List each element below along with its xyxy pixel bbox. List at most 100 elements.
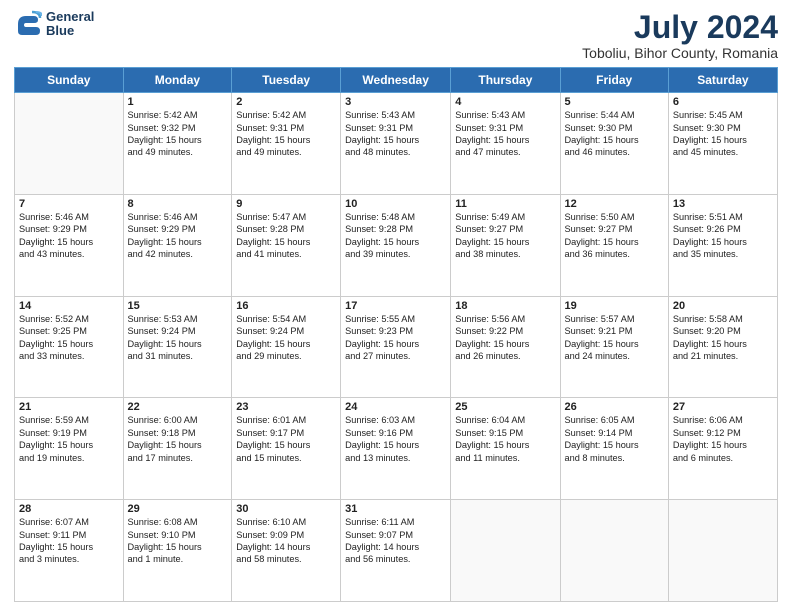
calendar-cell: 26Sunrise: 6:05 AM Sunset: 9:14 PM Dayli… — [560, 398, 668, 500]
dow-header: Wednesday — [341, 68, 451, 93]
dow-header: Sunday — [15, 68, 124, 93]
calendar-cell: 4Sunrise: 5:43 AM Sunset: 9:31 PM Daylig… — [451, 93, 560, 195]
calendar-cell: 12Sunrise: 5:50 AM Sunset: 9:27 PM Dayli… — [560, 194, 668, 296]
day-number: 12 — [565, 198, 664, 210]
day-number: 14 — [19, 300, 119, 312]
calendar-cell: 20Sunrise: 5:58 AM Sunset: 9:20 PM Dayli… — [668, 296, 777, 398]
day-info: Sunrise: 5:46 AM Sunset: 9:29 PM Dayligh… — [19, 211, 119, 261]
calendar-cell: 9Sunrise: 5:47 AM Sunset: 9:28 PM Daylig… — [232, 194, 341, 296]
calendar-cell: 7Sunrise: 5:46 AM Sunset: 9:29 PM Daylig… — [15, 194, 124, 296]
dow-header: Monday — [123, 68, 232, 93]
day-number: 31 — [345, 503, 446, 515]
day-info: Sunrise: 5:55 AM Sunset: 9:23 PM Dayligh… — [345, 313, 446, 363]
day-info: Sunrise: 5:43 AM Sunset: 9:31 PM Dayligh… — [455, 109, 555, 159]
day-info: Sunrise: 5:58 AM Sunset: 9:20 PM Dayligh… — [673, 313, 773, 363]
day-info: Sunrise: 6:04 AM Sunset: 9:15 PM Dayligh… — [455, 414, 555, 464]
calendar-cell: 31Sunrise: 6:11 AM Sunset: 9:07 PM Dayli… — [341, 500, 451, 602]
day-info: Sunrise: 5:49 AM Sunset: 9:27 PM Dayligh… — [455, 211, 555, 261]
day-number: 2 — [236, 96, 336, 108]
day-info: Sunrise: 6:10 AM Sunset: 9:09 PM Dayligh… — [236, 516, 336, 566]
day-info: Sunrise: 5:42 AM Sunset: 9:32 PM Dayligh… — [128, 109, 228, 159]
day-number: 5 — [565, 96, 664, 108]
day-number: 20 — [673, 300, 773, 312]
day-info: Sunrise: 5:46 AM Sunset: 9:29 PM Dayligh… — [128, 211, 228, 261]
dow-header: Tuesday — [232, 68, 341, 93]
calendar-cell — [15, 93, 124, 195]
day-info: Sunrise: 5:47 AM Sunset: 9:28 PM Dayligh… — [236, 211, 336, 261]
calendar-cell — [451, 500, 560, 602]
day-number: 15 — [128, 300, 228, 312]
day-info: Sunrise: 6:08 AM Sunset: 9:10 PM Dayligh… — [128, 516, 228, 566]
day-info: Sunrise: 5:50 AM Sunset: 9:27 PM Dayligh… — [565, 211, 664, 261]
day-number: 29 — [128, 503, 228, 515]
calendar-cell: 3Sunrise: 5:43 AM Sunset: 9:31 PM Daylig… — [341, 93, 451, 195]
day-info: Sunrise: 5:44 AM Sunset: 9:30 PM Dayligh… — [565, 109, 664, 159]
calendar-cell: 17Sunrise: 5:55 AM Sunset: 9:23 PM Dayli… — [341, 296, 451, 398]
calendar-cell: 13Sunrise: 5:51 AM Sunset: 9:26 PM Dayli… — [668, 194, 777, 296]
day-number: 21 — [19, 401, 119, 413]
day-number: 10 — [345, 198, 446, 210]
day-number: 7 — [19, 198, 119, 210]
day-number: 26 — [565, 401, 664, 413]
calendar-cell — [668, 500, 777, 602]
day-number: 6 — [673, 96, 773, 108]
day-number: 13 — [673, 198, 773, 210]
day-number: 19 — [565, 300, 664, 312]
calendar-cell: 15Sunrise: 5:53 AM Sunset: 9:24 PM Dayli… — [123, 296, 232, 398]
calendar-cell: 21Sunrise: 5:59 AM Sunset: 9:19 PM Dayli… — [15, 398, 124, 500]
day-info: Sunrise: 5:42 AM Sunset: 9:31 PM Dayligh… — [236, 109, 336, 159]
day-info: Sunrise: 6:06 AM Sunset: 9:12 PM Dayligh… — [673, 414, 773, 464]
logo-text: General Blue — [46, 10, 94, 39]
day-info: Sunrise: 6:00 AM Sunset: 9:18 PM Dayligh… — [128, 414, 228, 464]
day-number: 3 — [345, 96, 446, 108]
calendar-cell: 14Sunrise: 5:52 AM Sunset: 9:25 PM Dayli… — [15, 296, 124, 398]
day-number: 24 — [345, 401, 446, 413]
subtitle: Toboliu, Bihor County, Romania — [582, 45, 778, 61]
day-info: Sunrise: 6:03 AM Sunset: 9:16 PM Dayligh… — [345, 414, 446, 464]
day-info: Sunrise: 5:48 AM Sunset: 9:28 PM Dayligh… — [345, 211, 446, 261]
calendar-cell: 10Sunrise: 5:48 AM Sunset: 9:28 PM Dayli… — [341, 194, 451, 296]
day-info: Sunrise: 5:57 AM Sunset: 9:21 PM Dayligh… — [565, 313, 664, 363]
page: General Blue July 2024 Toboliu, Bihor Co… — [0, 0, 792, 612]
calendar-cell: 30Sunrise: 6:10 AM Sunset: 9:09 PM Dayli… — [232, 500, 341, 602]
day-number: 25 — [455, 401, 555, 413]
day-number: 1 — [128, 96, 228, 108]
title-block: July 2024 Toboliu, Bihor County, Romania — [582, 10, 778, 61]
calendar-cell: 8Sunrise: 5:46 AM Sunset: 9:29 PM Daylig… — [123, 194, 232, 296]
day-number: 28 — [19, 503, 119, 515]
day-info: Sunrise: 5:51 AM Sunset: 9:26 PM Dayligh… — [673, 211, 773, 261]
day-info: Sunrise: 5:45 AM Sunset: 9:30 PM Dayligh… — [673, 109, 773, 159]
logo: General Blue — [14, 10, 94, 39]
dow-header: Friday — [560, 68, 668, 93]
day-info: Sunrise: 5:56 AM Sunset: 9:22 PM Dayligh… — [455, 313, 555, 363]
day-number: 30 — [236, 503, 336, 515]
day-number: 9 — [236, 198, 336, 210]
day-number: 27 — [673, 401, 773, 413]
day-number: 16 — [236, 300, 336, 312]
calendar-cell: 19Sunrise: 5:57 AM Sunset: 9:21 PM Dayli… — [560, 296, 668, 398]
calendar-cell: 27Sunrise: 6:06 AM Sunset: 9:12 PM Dayli… — [668, 398, 777, 500]
day-number: 11 — [455, 198, 555, 210]
day-number: 4 — [455, 96, 555, 108]
day-number: 22 — [128, 401, 228, 413]
calendar-cell: 11Sunrise: 5:49 AM Sunset: 9:27 PM Dayli… — [451, 194, 560, 296]
calendar-table: SundayMondayTuesdayWednesdayThursdayFrid… — [14, 67, 778, 602]
logo-icon — [14, 10, 42, 38]
calendar-cell: 5Sunrise: 5:44 AM Sunset: 9:30 PM Daylig… — [560, 93, 668, 195]
day-info: Sunrise: 5:53 AM Sunset: 9:24 PM Dayligh… — [128, 313, 228, 363]
calendar-cell — [560, 500, 668, 602]
main-title: July 2024 — [582, 10, 778, 45]
day-number: 17 — [345, 300, 446, 312]
day-number: 18 — [455, 300, 555, 312]
day-info: Sunrise: 6:07 AM Sunset: 9:11 PM Dayligh… — [19, 516, 119, 566]
dow-header: Saturday — [668, 68, 777, 93]
day-info: Sunrise: 5:52 AM Sunset: 9:25 PM Dayligh… — [19, 313, 119, 363]
calendar-cell: 25Sunrise: 6:04 AM Sunset: 9:15 PM Dayli… — [451, 398, 560, 500]
day-info: Sunrise: 6:05 AM Sunset: 9:14 PM Dayligh… — [565, 414, 664, 464]
calendar-cell: 2Sunrise: 5:42 AM Sunset: 9:31 PM Daylig… — [232, 93, 341, 195]
calendar-cell: 6Sunrise: 5:45 AM Sunset: 9:30 PM Daylig… — [668, 93, 777, 195]
header: General Blue July 2024 Toboliu, Bihor Co… — [14, 10, 778, 61]
calendar-cell: 16Sunrise: 5:54 AM Sunset: 9:24 PM Dayli… — [232, 296, 341, 398]
day-info: Sunrise: 6:01 AM Sunset: 9:17 PM Dayligh… — [236, 414, 336, 464]
calendar-cell: 18Sunrise: 5:56 AM Sunset: 9:22 PM Dayli… — [451, 296, 560, 398]
